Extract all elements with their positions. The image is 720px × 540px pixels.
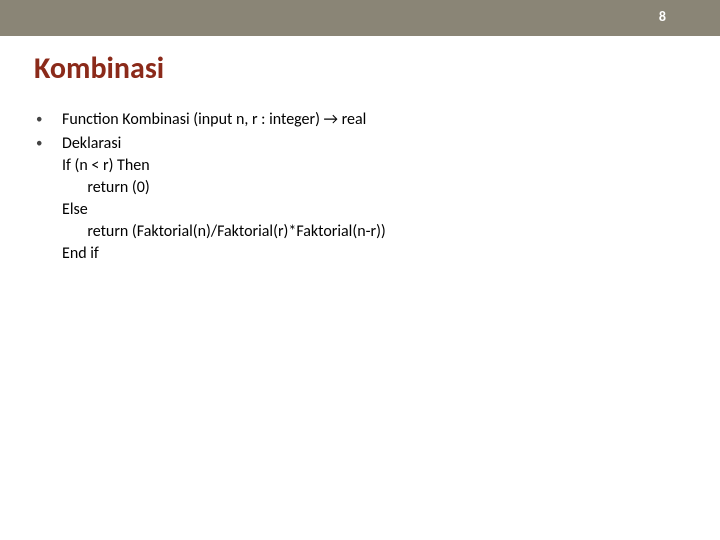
bullet-text: Function Kombinasi (input n, r : integer… — [62, 109, 686, 131]
bullet-marker: • — [34, 133, 62, 155]
bullet-text: Deklarasi If (n < r) Then return (0) Els… — [62, 133, 686, 265]
header-bar: 8 — [0, 0, 720, 36]
bullet-marker: • — [34, 109, 62, 131]
page-number: 8 — [659, 8, 666, 25]
slide-content: Kombinasi • Function Kombinasi (input n,… — [0, 36, 720, 265]
bullet-item: • Function Kombinasi (input n, r : integ… — [34, 109, 686, 131]
slide-title: Kombinasi — [34, 50, 686, 87]
bullet-item: • Deklarasi If (n < r) Then return (0) E… — [34, 133, 686, 265]
